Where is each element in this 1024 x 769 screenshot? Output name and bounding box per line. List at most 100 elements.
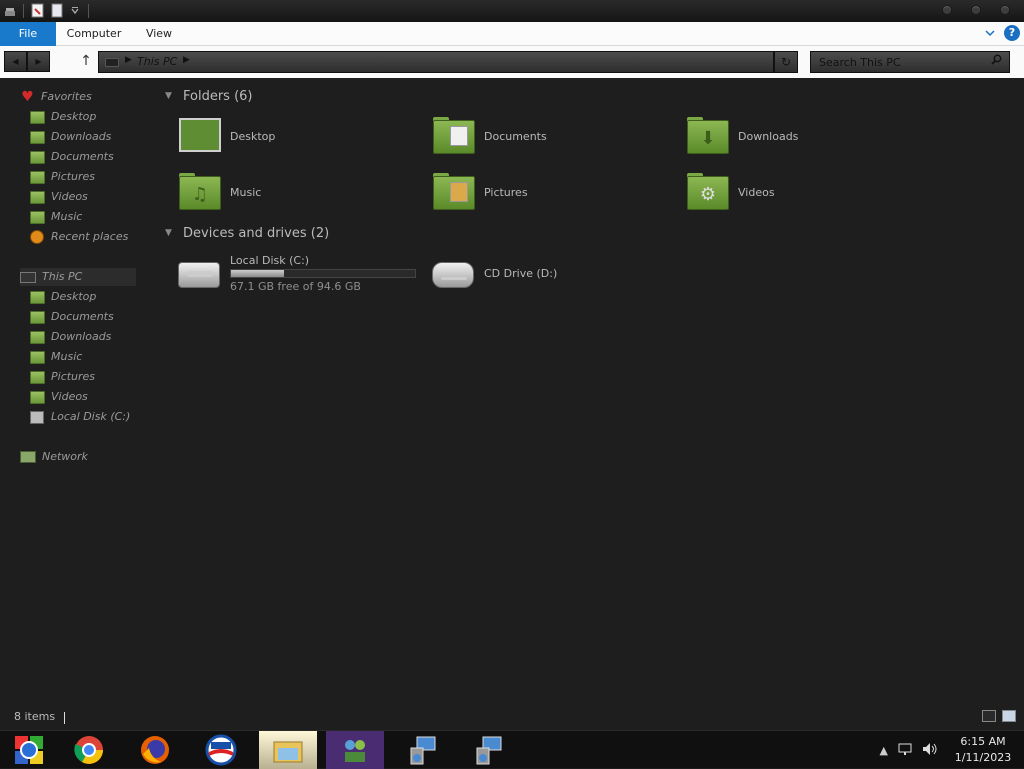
sidebar-item-label: Documents <box>51 150 114 163</box>
chevron-down-icon[interactable] <box>67 2 83 19</box>
sidebar-item-label: This PC <box>42 270 83 283</box>
status-divider <box>64 712 65 724</box>
network-icon[interactable] <box>898 742 912 759</box>
sidebar-item-documents[interactable]: Documents <box>30 148 114 166</box>
folder-label: Music <box>230 185 262 199</box>
clock[interactable]: 6:15 AM 1/11/2023 <box>948 734 1018 766</box>
sidebar-item-label: Music <box>51 350 83 363</box>
drive-label: CD Drive (D:) <box>484 266 558 280</box>
desktop-folder-icon <box>30 290 45 304</box>
pictures-folder-icon <box>30 370 45 384</box>
show-hidden-icons-chevron-up-icon[interactable]: ▲ <box>880 744 888 757</box>
expand-ribbon-icon[interactable] <box>984 28 996 38</box>
folder-item-videos[interactable]: ⚙ Videos <box>686 170 775 214</box>
chrome-icon[interactable] <box>60 731 118 769</box>
sidebar-item-local-disk[interactable]: Local Disk (C:) <box>30 408 130 426</box>
status-bar: 8 items <box>0 706 1024 730</box>
opera-icon[interactable] <box>192 731 250 769</box>
sidebar-item-label: Desktop <box>51 110 97 123</box>
address-bar[interactable]: ▶ This PC ▶ <box>98 51 774 73</box>
up-arrow-icon[interactable]: ↑ <box>78 52 94 70</box>
remote-desktop-icon[interactable] <box>460 731 518 769</box>
sidebar-item-videos[interactable]: Videos <box>30 188 88 206</box>
music-folder-icon <box>30 210 45 224</box>
tab-file[interactable]: File <box>0 22 56 46</box>
sidebar-item-music[interactable]: Music <box>30 208 82 226</box>
history-buttons: ◀ ▶ <box>4 51 50 72</box>
file-explorer-window: File Computer View ? ◀ ▶ ↑ ▶ This PC ▶ ↻… <box>0 0 1024 730</box>
help-icon[interactable]: ? <box>1004 25 1020 41</box>
breadcrumb-this-pc[interactable]: This PC <box>137 55 177 68</box>
videos-folder-icon <box>30 190 45 204</box>
music-folder-icon <box>30 350 45 364</box>
folder-item-music[interactable]: ♫ Music <box>178 170 261 214</box>
folders-group-header[interactable]: ▼ Folders (6) <box>165 87 253 105</box>
desktop-folder-icon <box>178 116 222 156</box>
start-icon[interactable] <box>0 731 58 769</box>
drive-item-cd-drive[interactable]: CD Drive (D:) <box>432 250 557 296</box>
maximize-button[interactable] <box>971 5 981 15</box>
forward-button[interactable]: ▶ <box>27 51 50 72</box>
close-button[interactable] <box>1000 5 1010 15</box>
firefox-icon[interactable] <box>126 731 184 769</box>
folder-label: Desktop <box>230 129 276 143</box>
item-count: 8 items <box>14 710 56 723</box>
heart-icon: ♥ <box>21 89 34 105</box>
folder-label: Downloads <box>738 129 799 143</box>
sidebar-item-pictures[interactable]: Pictures <box>30 368 95 386</box>
sidebar-item-label: Desktop <box>51 290 97 303</box>
chevron-down-icon[interactable]: ▼ <box>165 91 177 101</box>
pictures-folder-icon <box>30 170 45 184</box>
folder-item-downloads[interactable]: ⬇ Downloads <box>686 114 798 158</box>
search-input[interactable]: Search This PC <box>810 51 1010 73</box>
system-menu-icon[interactable] <box>2 2 18 19</box>
tab-view[interactable]: View <box>138 22 180 46</box>
sidebar-item-videos[interactable]: Videos <box>30 388 88 406</box>
breadcrumb-chevron-icon[interactable]: ▶ <box>125 55 132 65</box>
details-view-icon[interactable] <box>982 710 996 722</box>
sidebar-item-desktop[interactable]: Desktop <box>30 288 96 306</box>
file-explorer-icon[interactable] <box>259 731 317 769</box>
navigation-bar: ◀ ▶ ↑ ▶ This PC ▶ ↻ Search This PC <box>0 46 1024 78</box>
new-folder-icon[interactable] <box>48 2 64 19</box>
minimize-button[interactable] <box>942 5 952 15</box>
drive-label: Local Disk (C:) <box>230 253 310 267</box>
folder-item-desktop[interactable]: Desktop <box>178 114 275 158</box>
sidebar-item-downloads[interactable]: Downloads <box>30 328 111 346</box>
sidebar-item-label: Network <box>42 450 88 463</box>
documents-folder-icon <box>30 150 45 164</box>
breadcrumb-chevron-icon[interactable]: ▶ <box>183 55 190 65</box>
videos-folder-icon: ⚙ <box>686 172 730 212</box>
people-icon[interactable] <box>326 731 384 769</box>
sidebar-item-this-pc[interactable]: This PC <box>20 268 136 286</box>
search-icon[interactable] <box>985 53 1007 71</box>
sidebar-item-downloads[interactable]: Downloads <box>30 128 111 146</box>
sidebar-item-pictures[interactable]: Pictures <box>30 168 95 186</box>
title-bar <box>0 0 1024 22</box>
folder-item-documents[interactable]: Documents <box>432 114 547 158</box>
music-folder-icon: ♫ <box>178 172 222 212</box>
large-icons-view-icon[interactable] <box>1002 710 1016 722</box>
refresh-button[interactable]: ↻ <box>774 51 798 73</box>
window-controls <box>942 5 1010 15</box>
chevron-down-icon[interactable]: ▼ <box>165 228 177 238</box>
sidebar-item-network[interactable]: Network <box>20 448 88 466</box>
folder-item-pictures[interactable]: Pictures <box>432 170 528 214</box>
sidebar-item-label: Recent places <box>51 230 129 243</box>
devices-group-header[interactable]: ▼ Devices and drives (2) <box>165 224 329 242</box>
sidebar-item-documents[interactable]: Documents <box>30 308 114 326</box>
properties-icon[interactable] <box>29 2 45 19</box>
hard-disk-icon <box>178 258 222 288</box>
remote-desktop-icon[interactable] <box>394 731 452 769</box>
drive-item-local-disk[interactable]: Local Disk (C:) 67.1 GB free of 94.6 GB <box>178 250 416 296</box>
group-title: Devices and drives (2) <box>183 225 330 241</box>
back-button[interactable]: ◀ <box>4 51 27 72</box>
sidebar-item-favorites[interactable]: ♥ Favorites <box>20 88 91 106</box>
sidebar-item-desktop[interactable]: Desktop <box>30 108 96 126</box>
system-tray: ▲ 6:15 AM 1/11/2023 <box>880 731 1024 769</box>
volume-icon[interactable] <box>922 742 938 759</box>
sidebar-item-recent-places[interactable]: Recent places <box>30 228 128 246</box>
sidebar-item-music[interactable]: Music <box>30 348 82 366</box>
sidebar-item-label: Documents <box>51 310 114 323</box>
tab-computer[interactable]: Computer <box>60 22 128 46</box>
